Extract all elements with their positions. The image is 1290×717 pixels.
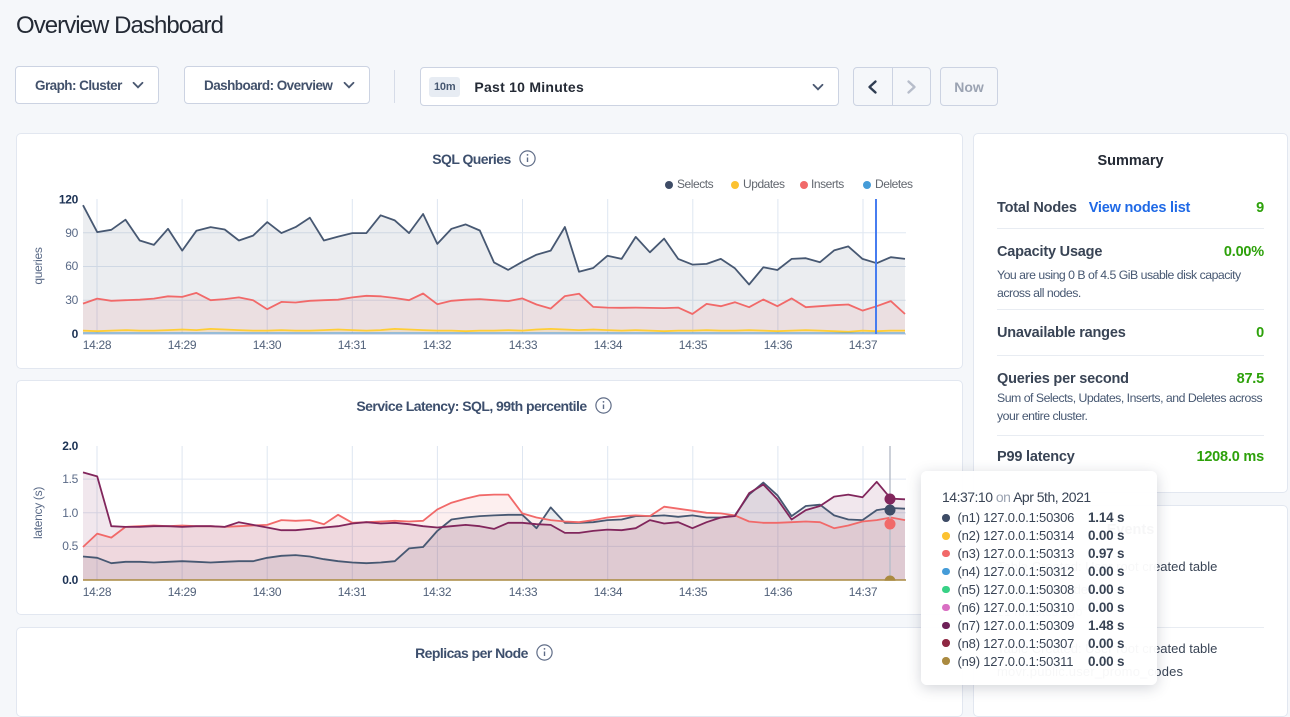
- svg-text:14:29: 14:29: [168, 585, 197, 599]
- svg-text:120: 120: [59, 193, 79, 207]
- svg-text:14:30: 14:30: [253, 585, 282, 599]
- svg-text:14:35: 14:35: [679, 338, 708, 352]
- svg-text:0: 0: [72, 327, 79, 341]
- svg-text:14:32: 14:32: [423, 585, 452, 599]
- svg-text:14:28: 14:28: [83, 338, 112, 352]
- svg-text:14:36: 14:36: [764, 338, 793, 352]
- svg-text:1.0: 1.0: [62, 506, 78, 520]
- svg-text:14:33: 14:33: [509, 338, 538, 352]
- svg-text:90: 90: [65, 226, 78, 240]
- svg-text:30: 30: [65, 293, 78, 307]
- svg-text:14:37: 14:37: [849, 585, 878, 599]
- svg-text:14:31: 14:31: [338, 585, 367, 599]
- svg-text:0.5: 0.5: [62, 539, 78, 553]
- svg-text:14:36: 14:36: [764, 585, 793, 599]
- svg-text:2.0: 2.0: [62, 439, 78, 453]
- svg-text:14:31: 14:31: [338, 338, 367, 352]
- svg-text:14:37: 14:37: [849, 338, 878, 352]
- svg-text:14:33: 14:33: [509, 585, 538, 599]
- svg-text:14:34: 14:34: [594, 338, 623, 352]
- svg-text:queries: queries: [31, 247, 45, 285]
- svg-text:14:30: 14:30: [253, 338, 282, 352]
- svg-text:14:29: 14:29: [168, 338, 197, 352]
- svg-text:14:34: 14:34: [594, 585, 623, 599]
- svg-text:1.5: 1.5: [62, 472, 78, 486]
- svg-text:60: 60: [65, 259, 78, 273]
- svg-text:14:28: 14:28: [83, 585, 112, 599]
- svg-text:0.0: 0.0: [62, 573, 78, 587]
- svg-text:14:35: 14:35: [679, 585, 708, 599]
- svg-text:latency (s): latency (s): [31, 487, 45, 539]
- svg-text:14:32: 14:32: [423, 338, 452, 352]
